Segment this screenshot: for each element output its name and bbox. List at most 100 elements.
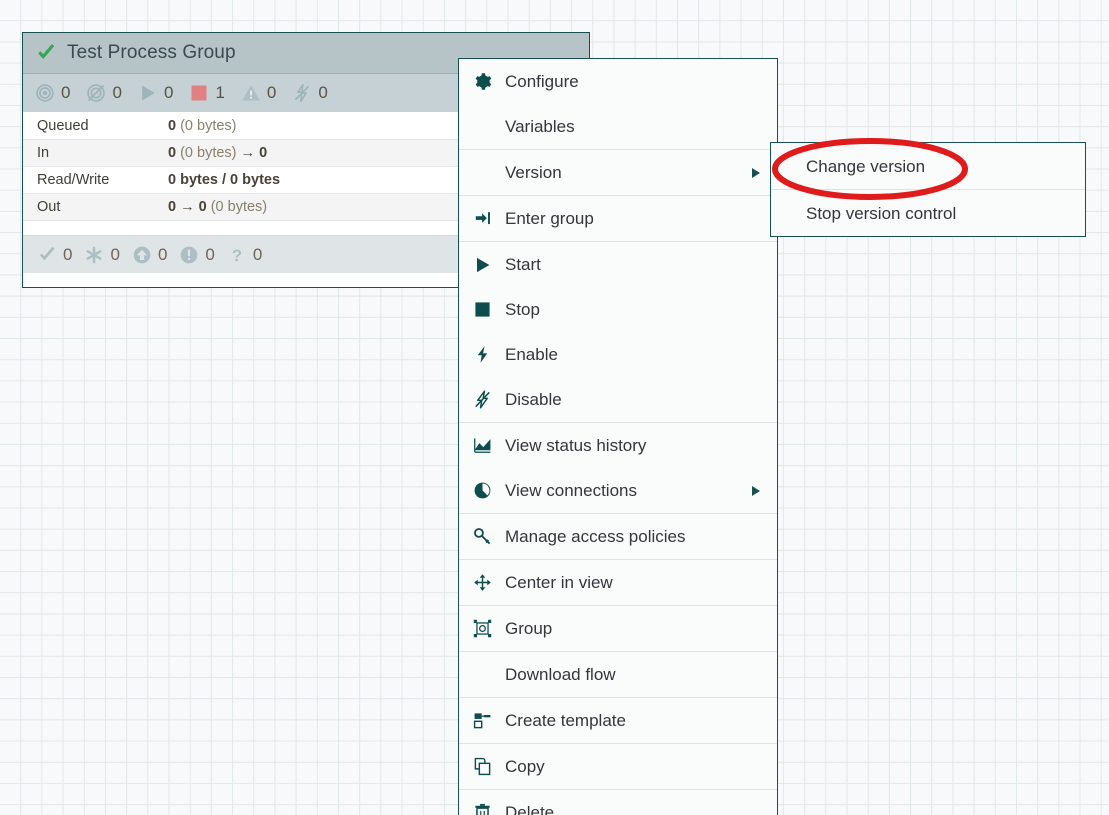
menu-item-copy-label: Copy: [505, 757, 545, 776]
submenu-item-stop-version-control-label: Stop version control: [806, 203, 957, 223]
submenu-item-stop-version-control[interactable]: Stop version control: [771, 190, 1085, 236]
stat-running: 0: [138, 83, 173, 103]
menu-item-group[interactable]: Group: [459, 606, 777, 651]
submenu-item-change-version[interactable]: Change version: [771, 143, 1085, 189]
menu-item-copy[interactable]: Copy: [459, 744, 777, 789]
menu-item-variables-label: Variables: [505, 117, 575, 136]
bolt-slash-icon: [472, 389, 493, 410]
stat-stopped: 1: [189, 83, 225, 103]
stats-value-read-write: 0 bytes / 0 bytes: [168, 172, 281, 188]
footer-value-up-to-date: 0: [63, 244, 73, 264]
up-arrow-circle-icon: [133, 246, 151, 263]
footer-stat-up-to-date: 0: [37, 245, 72, 265]
footer-stat-locally-modified: 0: [84, 244, 120, 265]
menu-item-group-label: Group: [505, 619, 553, 638]
menu-item-version-label: Version: [505, 163, 562, 182]
play-icon: [472, 254, 493, 275]
connections-icon: [472, 480, 493, 501]
menu-item-disable[interactable]: Disable: [459, 377, 777, 422]
stats-value-in: 0 (0 bytes) → 0: [168, 145, 268, 161]
svg-text:?: ?: [232, 245, 242, 264]
menu-item-create-template[interactable]: Create template: [459, 698, 777, 743]
disabled-icon: [295, 83, 310, 103]
copy-icon: [472, 756, 493, 777]
stats-label-in: In: [37, 145, 50, 161]
trash-icon: [472, 802, 493, 815]
submenu-item-change-version-label: Change version: [806, 156, 926, 176]
stat-disabled: 0: [292, 83, 328, 103]
stat-transmitting-value: 0: [61, 83, 71, 102]
chart-area-icon: [472, 435, 493, 456]
stat-running-value: 0: [163, 83, 174, 102]
version-submenu[interactable]: Change version Stop version control: [770, 142, 1086, 237]
not-transmitting-icon: [87, 84, 106, 102]
key-icon: [472, 526, 493, 547]
footer-value-locally-modified: 0: [110, 244, 120, 264]
menu-item-start-label: Start: [505, 255, 541, 274]
stat-warning-value: 0: [266, 83, 277, 102]
menu-item-create-template-label: Create template: [505, 711, 626, 730]
stats-value-queued: 0 (0 bytes): [168, 118, 237, 134]
menu-item-manage-access-policies[interactable]: Manage access policies: [459, 514, 777, 559]
stat-not-transmitting: 0: [86, 83, 122, 103]
stat-stopped-value: 1: [215, 83, 225, 102]
menu-item-view-status-history[interactable]: View status history: [459, 423, 777, 468]
menu-item-view-status-history-label: View status history: [505, 436, 647, 455]
stats-label-out: Out: [37, 199, 61, 215]
menu-item-disable-label: Disable: [505, 390, 562, 409]
menu-item-start[interactable]: Start: [459, 242, 777, 287]
menu-item-enable[interactable]: Enable: [459, 332, 777, 377]
stat-transmitting: 0: [35, 83, 70, 103]
menu-item-stop-label: Stop: [505, 300, 540, 319]
footer-value-stale: 0: [157, 244, 168, 264]
chevron-right-icon: [752, 485, 760, 496]
group-icon: [472, 618, 493, 639]
menu-item-center-in-view[interactable]: Center in view: [459, 560, 777, 605]
gear-icon: [472, 71, 493, 92]
stat-not-transmitting-value: 0: [112, 83, 122, 102]
footer-value-locally-modified-stale: 0: [205, 244, 215, 264]
footer-stat-locally-modified-stale: 0: [179, 244, 215, 265]
menu-item-download-flow-label: Download flow: [505, 665, 616, 684]
version-control-check-icon: [38, 44, 55, 59]
menu-item-enable-label: Enable: [505, 345, 558, 364]
menu-item-manage-access-policies-label: Manage access policies: [505, 527, 686, 546]
stat-warning: 0: [241, 83, 276, 103]
menu-item-center-in-view-label: Center in view: [505, 573, 613, 592]
transmitting-icon: [36, 84, 54, 102]
menu-item-configure-label: Configure: [505, 72, 579, 91]
menu-item-download-flow[interactable]: Download flow: [459, 652, 777, 697]
nifi-canvas[interactable]: Test Process Group 0 0 0 1 0 0 Queued 0 …: [0, 0, 1109, 815]
running-icon: [142, 85, 155, 101]
stats-label-read-write: Read/Write: [37, 172, 110, 188]
footer-value-sync-failure: 0: [252, 244, 263, 264]
menu-item-configure[interactable]: Configure: [459, 59, 777, 104]
stopped-icon: [191, 85, 207, 101]
asterisk-icon: [87, 246, 102, 263]
stats-label-queued: Queued: [37, 118, 89, 134]
menu-item-enter-group-label: Enter group: [505, 209, 594, 228]
move-arrows-icon: [472, 572, 493, 593]
exclamation-circle-icon: [181, 246, 198, 263]
stop-square-icon: [472, 299, 493, 320]
stat-disabled-value: 0: [318, 83, 328, 102]
stats-value-out: 0 → 0 (0 bytes): [168, 199, 268, 215]
enter-group-icon: [472, 208, 493, 229]
menu-item-variables[interactable]: Variables: [459, 104, 777, 149]
menu-item-stop[interactable]: Stop: [459, 287, 777, 332]
menu-item-delete[interactable]: Delete: [459, 790, 777, 815]
menu-item-version[interactable]: Version: [459, 150, 777, 195]
context-menu[interactable]: Configure Variables Version Enter group: [458, 58, 778, 815]
bolt-icon: [472, 344, 493, 365]
menu-item-delete-label: Delete: [505, 803, 555, 815]
warning-icon: [242, 85, 260, 101]
footer-stat-sync-failure: ? 0: [227, 244, 263, 265]
menu-item-view-connections[interactable]: View connections: [459, 468, 777, 513]
question-icon: ?: [232, 245, 242, 264]
menu-item-enter-group[interactable]: Enter group: [459, 196, 777, 241]
check-gray-icon: [39, 246, 55, 260]
footer-stat-stale: 0: [132, 245, 167, 265]
template-icon: [472, 710, 493, 731]
process-group-name: Test Process Group: [67, 42, 236, 63]
menu-item-view-connections-label: View connections: [505, 481, 637, 500]
